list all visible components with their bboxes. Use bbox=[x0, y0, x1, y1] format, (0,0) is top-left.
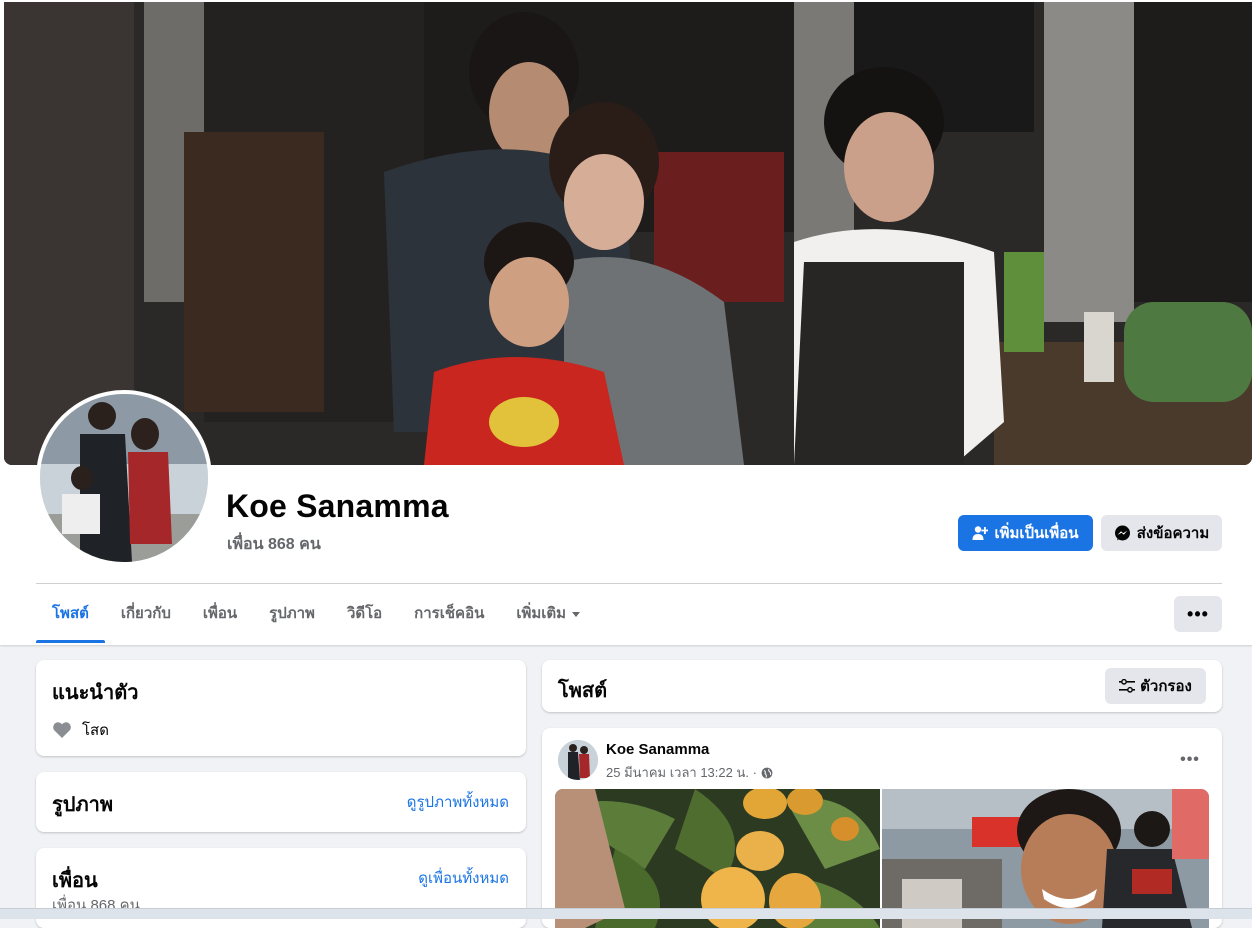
header-divider bbox=[36, 583, 1222, 584]
post-author-name[interactable]: Koe Sanamma bbox=[606, 741, 709, 758]
see-all-photos-link[interactable]: ดูรูปภาพทั้งหมด bbox=[407, 790, 509, 814]
add-friend-label: เพิ่มเป็นเพื่อน bbox=[994, 525, 1079, 542]
cover-photo[interactable] bbox=[4, 2, 1252, 465]
profile-name: Koe Sanamma bbox=[226, 488, 449, 524]
tab-more-label: เพิ่มเติม bbox=[516, 605, 567, 622]
post-more-button[interactable]: ••• bbox=[1172, 742, 1208, 778]
filter-icon bbox=[1119, 679, 1136, 693]
profile-picture-frame[interactable] bbox=[36, 390, 212, 566]
os-taskbar bbox=[0, 908, 1252, 919]
tab-posts[interactable]: โพสต์ bbox=[36, 585, 105, 643]
globe-icon bbox=[761, 767, 773, 779]
tab-videos[interactable]: วิดีโอ bbox=[331, 585, 398, 643]
intro-title: แนะนำตัว bbox=[52, 682, 139, 704]
tab-checkins[interactable]: การเช็คอิน bbox=[398, 585, 500, 643]
add-friend-button[interactable]: เพิ่มเป็นเพื่อน bbox=[958, 515, 1093, 551]
photos-title: รูปภาพ bbox=[52, 794, 114, 816]
post-author-avatar[interactable] bbox=[558, 740, 598, 780]
tab-photos[interactable]: รูปภาพ bbox=[253, 585, 331, 643]
posts-header-card: โพสต์ ตัวกรอง bbox=[542, 660, 1222, 712]
see-all-friends-link[interactable]: ดูเพื่อนทั้งหมด bbox=[418, 866, 509, 890]
friend-count[interactable]: เพื่อน 868 คน bbox=[227, 532, 321, 557]
post-timestamp[interactable]: 25 มีนาคม เวลา 13:22 น. · bbox=[606, 762, 773, 783]
tab-about[interactable]: เกี่ยวกับ bbox=[105, 585, 187, 643]
relationship-status: โสด bbox=[82, 722, 109, 739]
message-label: ส่งข้อความ bbox=[1136, 525, 1210, 542]
profile-tabs: โพสต์ เกี่ยวกับ เพื่อน รูปภาพ วิดีโอ การ… bbox=[36, 585, 596, 643]
relationship-item: โสด bbox=[52, 718, 109, 742]
tab-friends[interactable]: เพื่อน bbox=[187, 585, 253, 643]
filter-label: ตัวกรอง bbox=[1140, 678, 1192, 695]
heart-icon bbox=[52, 720, 72, 740]
post-time-text: 25 มีนาคม เวลา 13:22 น. · bbox=[606, 765, 757, 780]
intro-card: แนะนำตัว โสด bbox=[36, 660, 526, 756]
profile-header: Koe Sanamma เพื่อน 868 คน เพิ่มเป็นเพื่อ… bbox=[0, 0, 1252, 645]
profile-more-button[interactable]: ••• bbox=[1174, 596, 1222, 632]
posts-title: โพสต์ bbox=[558, 680, 608, 702]
tab-more[interactable]: เพิ่มเติม bbox=[500, 585, 596, 643]
photos-card: รูปภาพ ดูรูปภาพทั้งหมด bbox=[36, 772, 526, 832]
caret-down-icon bbox=[572, 611, 581, 617]
message-button[interactable]: ส่งข้อความ bbox=[1101, 515, 1222, 551]
friends-title: เพื่อน bbox=[52, 870, 98, 892]
filter-button[interactable]: ตัวกรอง bbox=[1105, 668, 1206, 704]
messenger-icon bbox=[1114, 525, 1131, 542]
post-card: Koe Sanamma 25 มีนาคม เวลา 13:22 น. · ••… bbox=[542, 728, 1222, 928]
profile-picture[interactable] bbox=[40, 394, 208, 562]
add-friend-icon bbox=[972, 525, 989, 541]
